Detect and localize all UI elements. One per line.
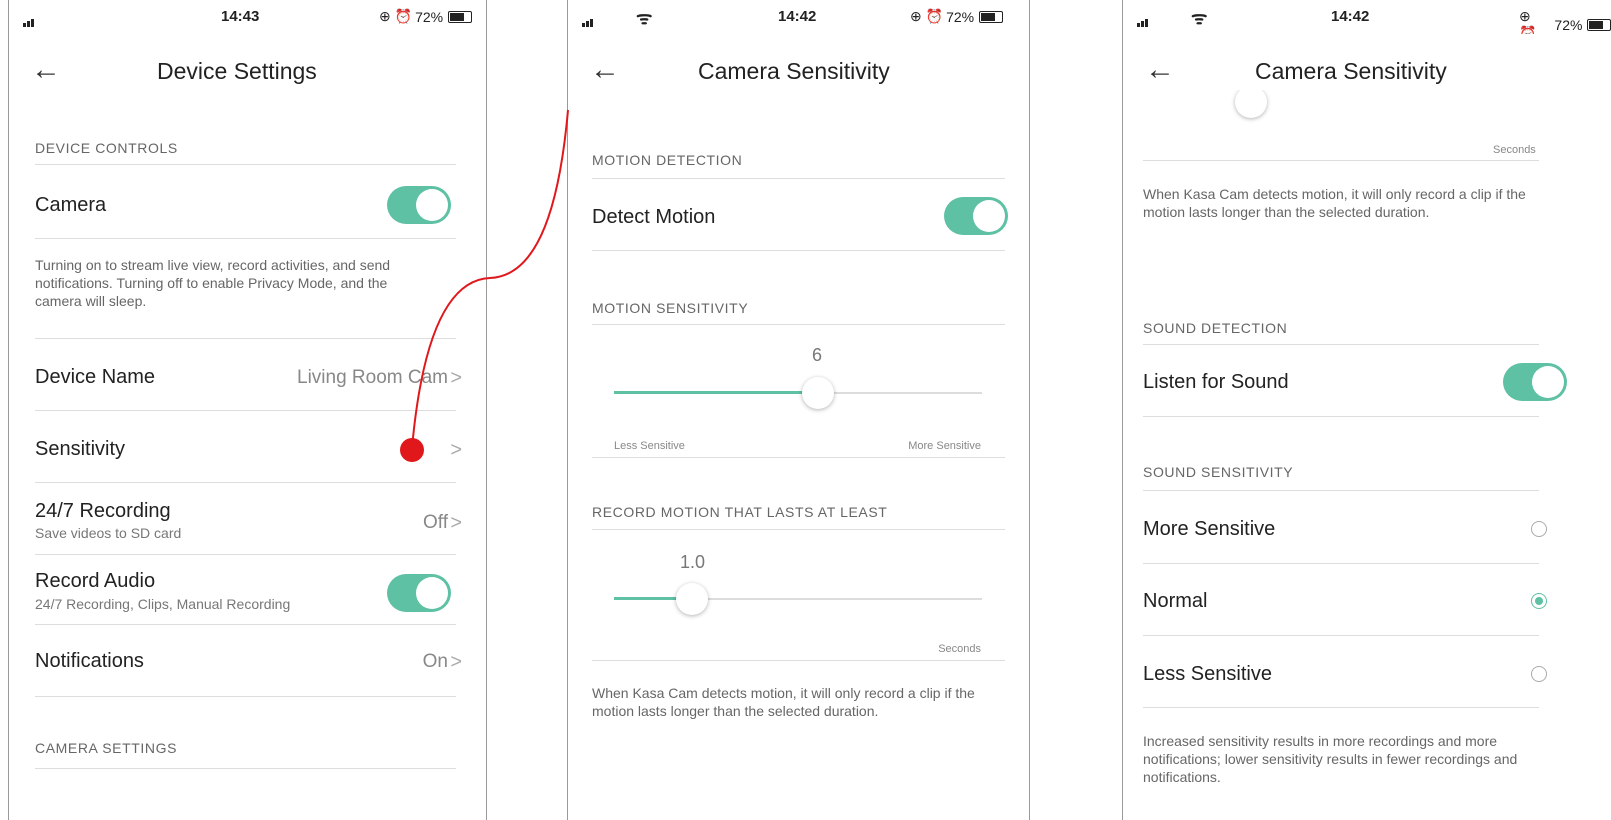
battery-percent: 72%: [1554, 17, 1583, 33]
section-motion-detection: MOTION DETECTION: [592, 152, 743, 168]
chevron-right-icon[interactable]: >: [450, 512, 462, 535]
camera-toggle[interactable]: [387, 186, 451, 224]
sensitivity-label[interactable]: Sensitivity: [35, 438, 125, 461]
divider: [35, 410, 456, 411]
divider: [1143, 416, 1539, 417]
detect-motion-label: Detect Motion: [592, 206, 716, 228]
option-less-sensitive[interactable]: Less Sensitive: [1143, 663, 1272, 686]
divider: [35, 554, 456, 555]
listen-for-sound-label: Listen for Sound: [1143, 371, 1289, 393]
divider: [592, 529, 1005, 530]
back-arrow-icon[interactable]: ←: [590, 50, 620, 90]
radio-normal[interactable]: [1531, 593, 1547, 609]
device-settings-screen: 14:43 ⊕ ⏰ 72% ← Device Settings DEVICE C…: [8, 0, 487, 820]
recording-sublabel: Save videos to SD card: [35, 525, 182, 541]
camera-description: Turning on to stream live view, record a…: [35, 257, 391, 309]
section-motion-sensitivity: MOTION SENSITIVITY: [592, 300, 749, 316]
section-device-controls: DEVICE CONTROLS: [35, 140, 178, 156]
wifi-icon: ᯤ: [1191, 8, 1208, 28]
record-duration-slider[interactable]: [676, 583, 708, 615]
status-bar: 14:43 ⊕ ⏰ 72%: [9, 0, 486, 30]
signal-icon: [582, 10, 594, 27]
divider: [35, 482, 456, 483]
notifications-value[interactable]: On: [423, 651, 448, 673]
radio-less-sensitive[interactable]: [1531, 666, 1547, 682]
detect-motion-toggle[interactable]: [944, 197, 1008, 235]
battery-icon: [1587, 19, 1611, 31]
wifi-icon: ᯤ: [636, 8, 653, 28]
section-sound-detection: SOUND DETECTION: [1143, 320, 1288, 336]
status-bar: ᯤ 14:42 ⊕ ⏰ 72%: [568, 0, 1029, 30]
listen-for-sound-toggle[interactable]: [1503, 363, 1567, 401]
more-sensitive-label: More Sensitive: [908, 440, 981, 452]
record-duration-value: 1.0: [680, 552, 706, 572]
divider: [1143, 707, 1539, 708]
battery-icon: [979, 10, 1004, 23]
divider: [1143, 344, 1539, 345]
divider: [592, 660, 1005, 661]
section-camera-settings: CAMERA SETTINGS: [35, 740, 178, 756]
divider: [35, 624, 456, 625]
divider: [1143, 635, 1539, 636]
option-more-sensitive[interactable]: More Sensitive: [1143, 518, 1275, 541]
sensitivity-description: Increased sensitivity results in more re…: [1143, 733, 1518, 785]
seconds-label: Seconds: [938, 643, 981, 655]
divider: [35, 696, 456, 697]
device-name-value[interactable]: Living Room Cam: [297, 367, 448, 389]
signal-icon: [1137, 10, 1149, 27]
page-title: Device Settings: [157, 58, 317, 84]
page-title: Camera Sensitivity: [1255, 58, 1447, 84]
back-arrow-icon[interactable]: ←: [1145, 50, 1175, 90]
status-bar: ᯤ 14:42 ⊕ ⏰ 72%: [1123, 0, 1611, 41]
battery-icon: [448, 10, 473, 23]
camera-sensitivity-screen: ᯤ 14:42 ⊕ ⏰ 72% ← Camera Sensitivity MOT…: [567, 0, 1030, 820]
status-time: 14:42: [778, 8, 817, 25]
divider: [592, 457, 1005, 458]
section-sound-sensitivity: SOUND SENSITIVITY: [1143, 464, 1294, 480]
less-sensitive-label: Less Sensitive: [614, 440, 685, 452]
chevron-right-icon[interactable]: >: [450, 367, 462, 390]
battery-percent: 72%: [946, 8, 975, 25]
battery-percent: 72%: [415, 8, 444, 25]
record-audio-label: Record Audio: [35, 570, 156, 592]
divider: [1143, 160, 1539, 161]
divider: [35, 164, 456, 165]
slider-fill: [614, 391, 819, 394]
camera-label: Camera: [35, 194, 107, 216]
divider: [35, 768, 456, 769]
record-audio-toggle[interactable]: [387, 574, 451, 612]
radio-more-sensitive[interactable]: [1531, 521, 1547, 537]
divider: [592, 178, 1005, 179]
signal-icon: [23, 10, 35, 27]
page-title: Camera Sensitivity: [698, 58, 890, 84]
record-duration-slider[interactable]: [1235, 86, 1267, 118]
divider: [592, 250, 1005, 251]
status-time: 14:43: [221, 8, 260, 25]
duration-description: When Kasa Cam detects motion, it will on…: [1143, 186, 1526, 220]
back-arrow-icon[interactable]: ←: [31, 50, 61, 90]
duration-description: When Kasa Cam detects motion, it will on…: [592, 685, 975, 719]
alarm-icon: ⊕ ⏰: [910, 8, 944, 24]
divider: [35, 238, 456, 239]
chevron-right-icon[interactable]: >: [450, 439, 462, 462]
alarm-icon: ⊕ ⏰: [379, 8, 413, 24]
recording-value[interactable]: Off: [423, 512, 448, 534]
motion-sensitivity-slider[interactable]: [802, 377, 835, 409]
divider: [1143, 563, 1539, 564]
record-audio-sublabel: 24/7 Recording, Clips, Manual Recording: [35, 596, 291, 612]
option-normal[interactable]: Normal: [1143, 590, 1207, 613]
motion-sensitivity-value: 6: [812, 345, 823, 365]
divider: [1143, 490, 1539, 491]
section-record-motion: RECORD MOTION THAT LASTS AT LEAST: [592, 504, 888, 520]
status-time: 14:42: [1331, 8, 1370, 25]
device-name-label[interactable]: Device Name: [35, 366, 155, 389]
chevron-right-icon[interactable]: >: [450, 651, 462, 674]
recording-label[interactable]: 24/7 Recording: [35, 500, 171, 523]
divider: [592, 324, 1005, 325]
camera-sensitivity-scrolled-screen: ᯤ 14:42 ⊕ ⏰ 72% ← Camera Sensitivity Sec…: [1122, 0, 1611, 820]
divider: [35, 338, 456, 339]
seconds-label: Seconds: [1493, 144, 1536, 156]
notifications-label[interactable]: Notifications: [35, 650, 144, 673]
